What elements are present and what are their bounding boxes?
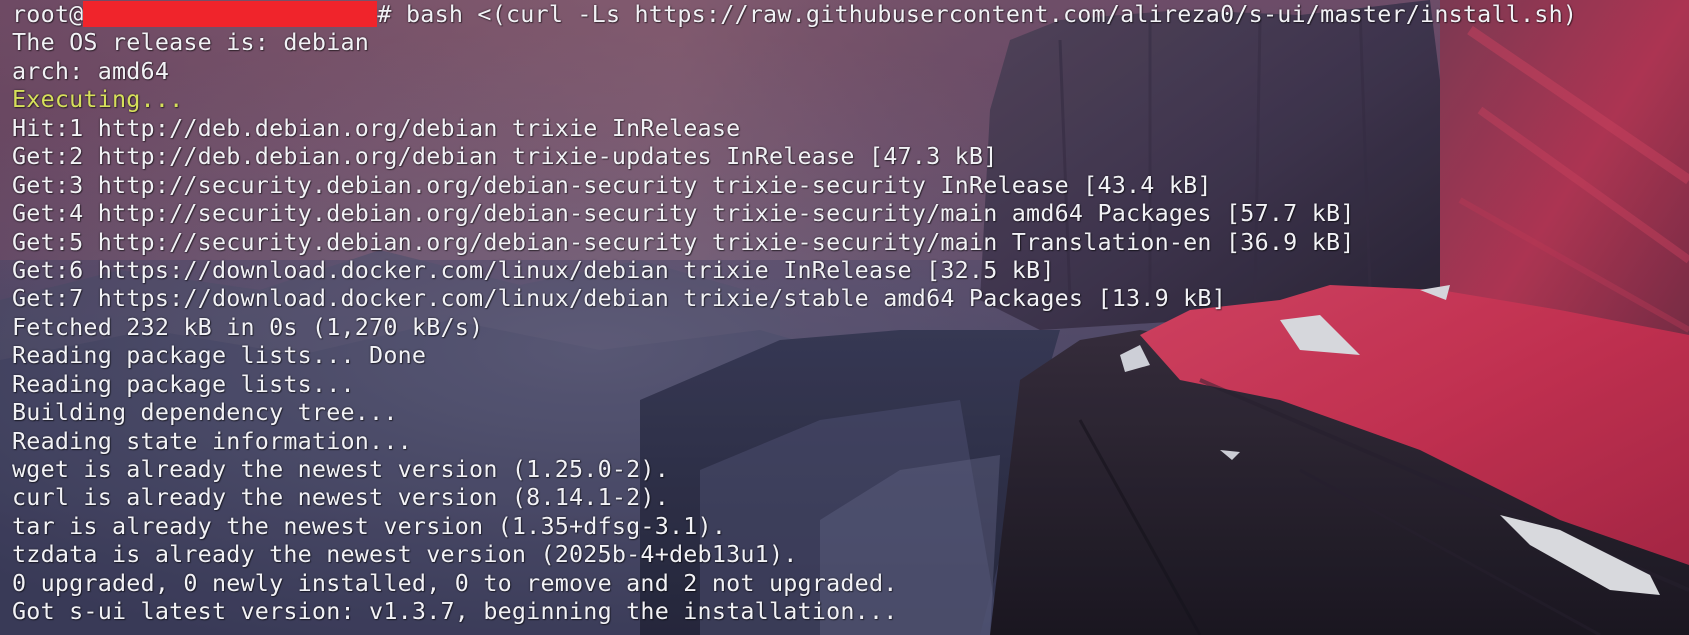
output-line: Got s-ui latest version: v1.3.7, beginni… xyxy=(12,597,898,626)
output-line: Fetched 232 kB in 0s (1,270 kB/s) xyxy=(12,312,484,341)
output-line: Get:6 https://download.docker.com/linux/… xyxy=(12,255,1055,284)
executing-status-line: Executing... xyxy=(12,85,184,114)
output-line: Get:7 https://download.docker.com/linux/… xyxy=(12,284,1226,313)
redacted-hostname xyxy=(83,1,378,27)
prompt-line: root@ # bash <(curl -Ls https://raw.githu… xyxy=(12,0,1577,28)
output-line: Get:5 http://security.debian.org/debian-… xyxy=(12,227,1355,256)
output-line: Get:3 http://security.debian.org/debian-… xyxy=(12,170,1212,199)
output-line: curl is already the newest version (8.14… xyxy=(12,483,669,512)
output-line: tzdata is already the newest version (20… xyxy=(12,540,798,569)
output-line: Reading state information... xyxy=(12,426,412,455)
output-line: The OS release is: debian xyxy=(12,28,370,57)
prompt-user: root@ xyxy=(12,0,84,28)
output-line: 0 upgraded, 0 newly installed, 0 to remo… xyxy=(12,568,898,597)
output-line: Building dependency tree... xyxy=(12,398,398,427)
output-line: Reading package lists... Done xyxy=(12,341,427,370)
output-line: tar is already the newest version (1.35+… xyxy=(12,511,727,540)
output-line: Get:4 http://security.debian.org/debian-… xyxy=(12,199,1355,228)
output-line: Reading package lists... xyxy=(12,369,355,398)
prompt-command: bash <(curl -Ls https://raw.githubuserco… xyxy=(406,0,1578,28)
output-line: arch: amd64 xyxy=(12,56,170,85)
output-line: Get:2 http://deb.debian.org/debian trixi… xyxy=(12,142,998,171)
terminal-output[interactable]: root@ # bash <(curl -Ls https://raw.githu… xyxy=(12,0,1577,626)
output-line: wget is already the newest version (1.25… xyxy=(12,455,669,483)
prompt-suffix: # xyxy=(377,0,406,28)
output-line: Hit:1 http://deb.debian.org/debian trixi… xyxy=(12,113,741,142)
